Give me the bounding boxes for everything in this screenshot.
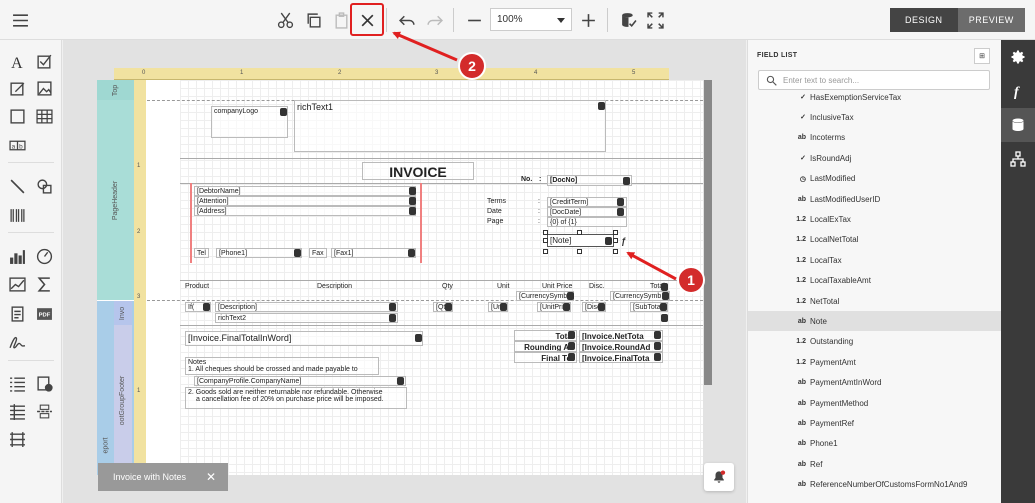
annotation-arrow-1 [626, 251, 677, 281]
step-badge-1: 1 [677, 266, 705, 294]
step-badge-2: 2 [458, 52, 486, 80]
annotation-layer [392, 31, 677, 281]
annotation-arrow-2 [392, 31, 458, 62]
